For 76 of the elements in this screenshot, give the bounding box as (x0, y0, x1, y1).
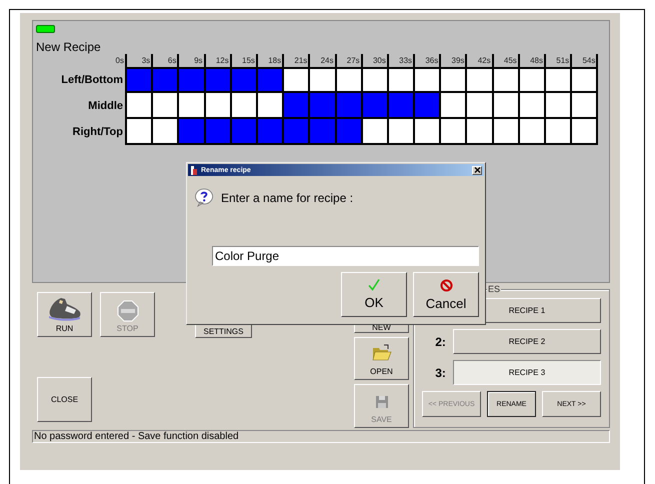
timeline-cell[interactable] (284, 119, 310, 145)
timeline-cell[interactable] (415, 67, 442, 93)
timeline-cell[interactable] (258, 67, 284, 93)
timeline-cell[interactable] (441, 93, 468, 119)
timeline-cell[interactable] (572, 67, 598, 93)
timeline-cell[interactable] (494, 93, 520, 119)
timeline-cell[interactable] (546, 119, 572, 145)
timeline-cell[interactable] (572, 119, 598, 145)
timeline-cell[interactable] (467, 67, 494, 93)
timeline-cell[interactable] (258, 93, 284, 119)
recipe-title: New Recipe (36, 40, 102, 54)
timeline-cell[interactable] (494, 67, 520, 93)
timeline-cell[interactable] (415, 119, 442, 145)
stop-sign-icon (116, 300, 138, 322)
timeline-cell[interactable] (388, 93, 416, 119)
question-icon (194, 188, 214, 207)
checkmark-icon (368, 279, 380, 291)
timeline-cell[interactable] (127, 67, 154, 93)
timeline-cell[interactable] (153, 67, 180, 93)
timeline-cell[interactable] (467, 119, 494, 145)
name-input[interactable]: Color Purge (212, 246, 479, 266)
timeline-cell[interactable] (284, 67, 310, 93)
app-icon (190, 166, 198, 174)
timeline-cell[interactable] (546, 67, 572, 93)
cancel-button[interactable]: Cancel (413, 272, 479, 317)
timeline-cell[interactable] (258, 119, 284, 145)
status-bar: No password entered - Save function disabled (32, 430, 610, 443)
timeline-cell[interactable] (494, 119, 520, 145)
timeline-cell[interactable] (362, 67, 389, 93)
timeline-cell[interactable] (284, 93, 310, 119)
timeline-cell[interactable] (520, 119, 546, 145)
slot-number: 3: (434, 366, 447, 380)
prohibited-icon (440, 278, 452, 292)
timeline-cell[interactable] (388, 67, 416, 93)
timeline-cell[interactable] (415, 93, 442, 119)
ok-button[interactable]: OK (341, 272, 407, 317)
timeline-cell[interactable] (127, 119, 154, 145)
timeline-cell[interactable] (232, 93, 258, 119)
timeline-cell[interactable] (206, 119, 232, 145)
run-button[interactable]: RUN (37, 292, 92, 337)
timeline-cell[interactable] (336, 93, 363, 119)
timeline-cell[interactable] (179, 93, 206, 119)
recipe-button[interactable]: RECIPE 2 (452, 329, 601, 354)
timeline-cell[interactable] (179, 119, 206, 145)
recipe-button[interactable]: RECIPE 3 (452, 360, 601, 385)
group-legend: ES (487, 284, 502, 294)
timeline-cell[interactable] (206, 67, 232, 93)
timeline-cell[interactable] (572, 93, 598, 119)
timeline-cell[interactable] (153, 119, 180, 145)
folder-icon (372, 344, 392, 362)
timeline-cell[interactable] (362, 119, 389, 145)
timeline-cell[interactable] (467, 93, 494, 119)
timeline-cell[interactable] (388, 119, 416, 145)
timeline-cell[interactable] (441, 67, 468, 93)
timeline-cell[interactable] (310, 67, 336, 93)
timeline-cell[interactable] (310, 119, 336, 145)
timeline-cell[interactable] (520, 67, 546, 93)
sneaker-icon (46, 296, 82, 322)
timeline-cell[interactable] (153, 93, 180, 119)
timeline-cell[interactable] (362, 93, 389, 119)
timeline-cell[interactable] (232, 67, 258, 93)
timeline-cell[interactable] (441, 119, 468, 145)
timeline-cell[interactable] (127, 93, 154, 119)
slot-number: 2: (434, 334, 447, 348)
timeline-cell[interactable] (336, 67, 363, 93)
close-button[interactable]: CLOSE (37, 377, 92, 422)
timeline-cell[interactable] (206, 93, 232, 119)
timeline-cell[interactable] (546, 93, 572, 119)
close-button[interactable] (472, 166, 482, 174)
prompt-text: Enter a name for recipe : (221, 190, 354, 204)
open-button[interactable]: OPEN (354, 336, 409, 380)
timeline-cell[interactable] (336, 119, 363, 145)
timeline-cell[interactable] (179, 67, 206, 93)
timeline-cell[interactable] (232, 119, 258, 145)
timeline-cell[interactable] (310, 93, 336, 119)
timeline-cell[interactable] (520, 93, 546, 119)
